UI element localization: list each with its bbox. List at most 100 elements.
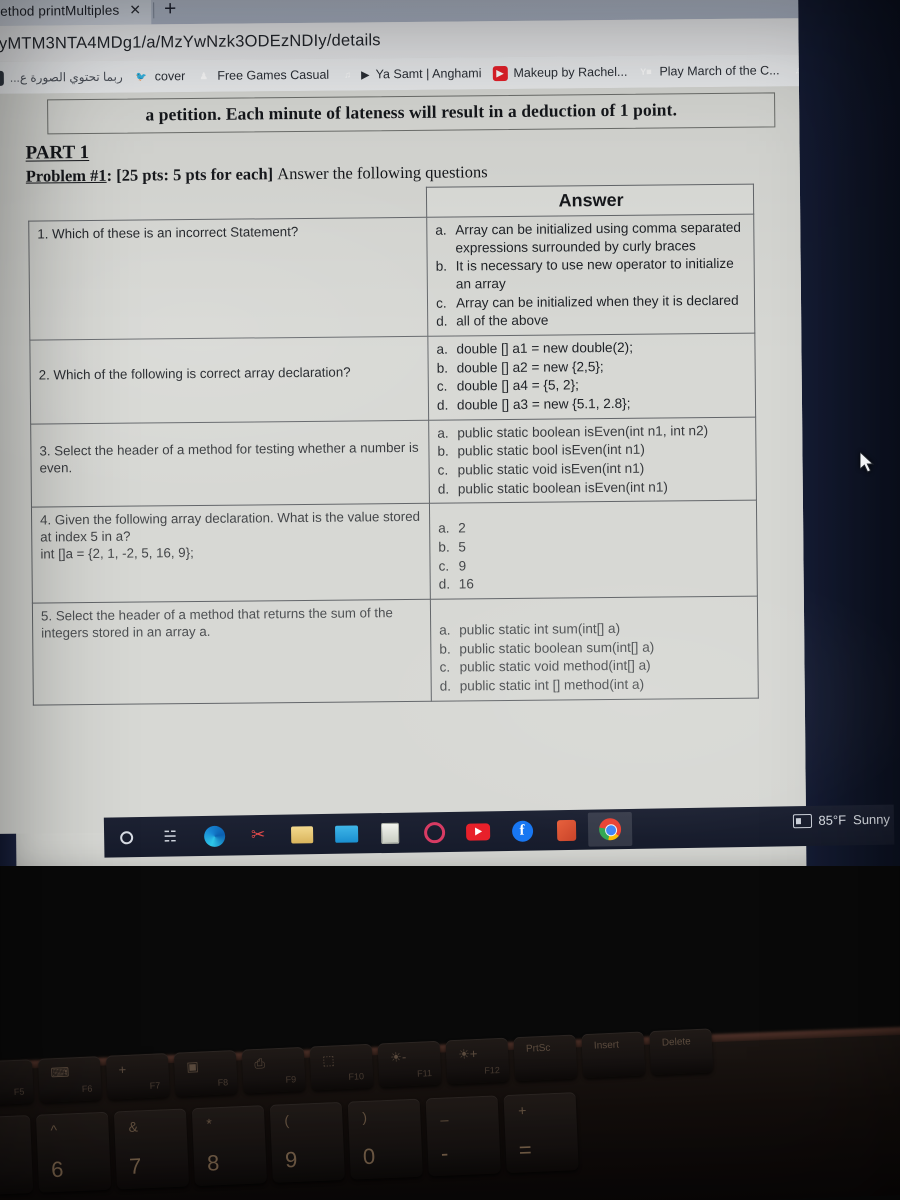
option-label: d. <box>438 576 451 593</box>
question-text: Given the following array declaration. W… <box>40 509 421 545</box>
youtube-icon: ▶ <box>492 65 508 81</box>
key-equals[interactable]: + = <box>503 1092 579 1174</box>
bookmark-item[interactable]: ♫ ▶ Ya Samt | Anghami <box>340 66 481 82</box>
option-list: a. 2 b. 5 c. 9 d. 16 <box>438 517 751 594</box>
facebook-icon[interactable]: f <box>500 813 545 848</box>
option-label: b. <box>437 443 449 460</box>
option-item[interactable]: a. Array can be initialized using comma s… <box>435 219 747 257</box>
option-item[interactable]: a. public static boolean isEven(int n1, i… <box>437 421 749 442</box>
key-0[interactable]: ) 0 <box>347 1098 423 1180</box>
answer-cell: a. public static boolean isEven(int n1, i… <box>428 416 757 504</box>
taskbar-weather-widget[interactable]: 85°F Sunny <box>792 812 890 829</box>
office-icon[interactable] <box>544 813 589 848</box>
key-f10[interactable]: ⬚ F10 <box>309 1043 374 1091</box>
key-f6[interactable]: ⌨ F6 <box>37 1056 102 1103</box>
bookmark-item[interactable]: 🐦 cover <box>134 69 186 84</box>
option-text: double [] a3 = new {5.1, 2.8}; <box>456 395 631 413</box>
key-7[interactable]: & 7 <box>113 1108 190 1190</box>
key-f12[interactable]: ☀+ F12 <box>445 1037 510 1085</box>
option-text: public static boolean isEven(int n1, int… <box>457 422 709 441</box>
option-item[interactable]: d. public static int [] method(int a) <box>440 675 752 696</box>
weather-condition: Sunny <box>852 811 891 828</box>
option-label: a. <box>436 341 448 357</box>
key-shifted: ^ <box>50 1121 58 1139</box>
file-explorer-icon[interactable] <box>280 817 325 852</box>
option-text: public static bool isEven(int n1) <box>457 442 645 459</box>
microsoft-store-icon[interactable] <box>368 816 413 851</box>
option-item[interactable]: d. 16 <box>439 573 751 594</box>
key-shifted: * <box>206 1115 213 1132</box>
key-8[interactable]: * 8 <box>191 1105 267 1187</box>
option-item[interactable]: b. It is necessary to use new operator to… <box>436 255 748 293</box>
play-icon: ▶ <box>361 68 370 81</box>
key-insert[interactable]: Insert <box>581 1031 646 1079</box>
table-row: 3. Select the header of a method for tes… <box>30 416 757 508</box>
snip-sketch-icon[interactable]: ✂ <box>236 818 281 853</box>
key-f8[interactable]: ▣ F8 <box>173 1049 238 1097</box>
new-tab-button[interactable]: + <box>164 0 177 24</box>
bookmark-item[interactable]: Y■ Play March of the C... <box>638 63 780 79</box>
game-icon: ♟ <box>199 70 208 81</box>
key-5[interactable]: %5 <box>0 1114 34 1196</box>
youtube-icon[interactable] <box>456 814 501 849</box>
option-item[interactable]: b. 5 <box>438 536 750 557</box>
bookmark-label: cover <box>154 69 186 84</box>
opera-icon[interactable] <box>412 815 457 850</box>
option-item[interactable]: a. double [] a1 = new double(2); <box>436 338 748 359</box>
bookmark-item[interactable]: ◉ ربما تحتوي الصورة ع... <box>0 69 123 86</box>
key-6[interactable]: ^ 6 <box>35 1111 112 1193</box>
key-delete[interactable]: Delete <box>649 1028 714 1076</box>
question-number: 4. <box>40 512 52 528</box>
option-label: b. <box>439 641 451 657</box>
option-item[interactable]: c. public static void isEven(int n1) <box>438 459 750 480</box>
option-item[interactable]: c. Array can be initialized when they it … <box>436 291 748 312</box>
key-minus[interactable]: _ - <box>425 1095 501 1177</box>
bookmark-item[interactable]: ▶ Makeup by Rachel... <box>492 64 628 81</box>
option-item[interactable]: b. public static boolean sum(int[] a) <box>439 637 751 658</box>
problem-label: Problem #1 <box>25 165 107 186</box>
option-label: b. <box>435 258 448 275</box>
chrome-icon[interactable] <box>587 811 633 847</box>
browser-tab[interactable]: ethod printMultiples ✕ <box>0 0 152 26</box>
key-shifted: _ <box>439 1105 449 1122</box>
option-text: 5 <box>458 539 467 555</box>
option-item[interactable]: a. public static int sum(int[] a) <box>439 619 751 640</box>
option-item[interactable]: c. public static void method(int[] a) <box>439 656 751 677</box>
option-item[interactable]: b. double [] a2 = new {2,5}; <box>437 356 749 377</box>
key-prtsc[interactable]: PrtSc <box>513 1034 578 1082</box>
cortana-search-icon[interactable] <box>104 820 149 855</box>
option-item[interactable]: d. all of the above <box>436 310 748 331</box>
close-icon[interactable]: ✕ <box>129 1 141 18</box>
edge-icon[interactable] <box>192 818 237 853</box>
question-text: Which of these is an incorrect Statement… <box>52 224 299 242</box>
option-item[interactable]: a. 2 <box>438 517 750 538</box>
option-text: 9 <box>458 558 467 574</box>
option-item[interactable]: c. 9 <box>438 554 750 575</box>
option-label: d. <box>437 481 450 497</box>
answer-column-header: Answer <box>426 184 754 218</box>
option-list: a. double [] a1 = new double(2); b. double… <box>436 338 749 415</box>
bookmark-label: Makeup by Rachel... <box>513 64 628 80</box>
question-number: 2. <box>38 367 50 383</box>
option-item[interactable]: d. double [] a3 = new {5.1, 2.8}; <box>437 394 749 415</box>
answer-cell: a. double [] a1 = new double(2); b. double… <box>427 333 756 420</box>
key-f11[interactable]: ☀- F11 <box>377 1040 442 1088</box>
option-item[interactable]: c. double [] a4 = {5, 2}; <box>437 375 749 396</box>
option-item[interactable]: b. public static bool isEven(int n1) <box>437 440 749 461</box>
key-9[interactable]: (9 <box>269 1101 345 1183</box>
option-text: public static boolean isEven(int n1) <box>457 479 668 497</box>
address-bar-url[interactable]: cyMTM3NTA4MDg1/a/MzYwNzk3ODEzNDIy/detail… <box>0 31 381 54</box>
option-text: public static boolean sum(int[] a) <box>459 639 655 657</box>
key-f7[interactable]: + F7 <box>105 1053 170 1100</box>
key-fnum: F5 <box>13 1086 25 1098</box>
document-page: a petition. Each minute of lateness will… <box>0 86 807 834</box>
key-f9[interactable]: ⎙ F9 <box>241 1046 306 1094</box>
option-item[interactable]: d. public static boolean isEven(int n1) <box>438 477 750 498</box>
mail-icon[interactable] <box>324 816 369 851</box>
option-list: a. public static int sum(int[] a) b. publi… <box>439 619 752 696</box>
option-text: 16 <box>458 576 474 592</box>
key-f5[interactable]: CF5 <box>0 1059 34 1106</box>
task-view-icon[interactable]: ☵ <box>148 819 193 854</box>
bookmark-item[interactable]: ♟ Free Games Casual <box>196 67 330 83</box>
bookmark-item[interactable]: ♫ ▶ <box>791 62 799 77</box>
